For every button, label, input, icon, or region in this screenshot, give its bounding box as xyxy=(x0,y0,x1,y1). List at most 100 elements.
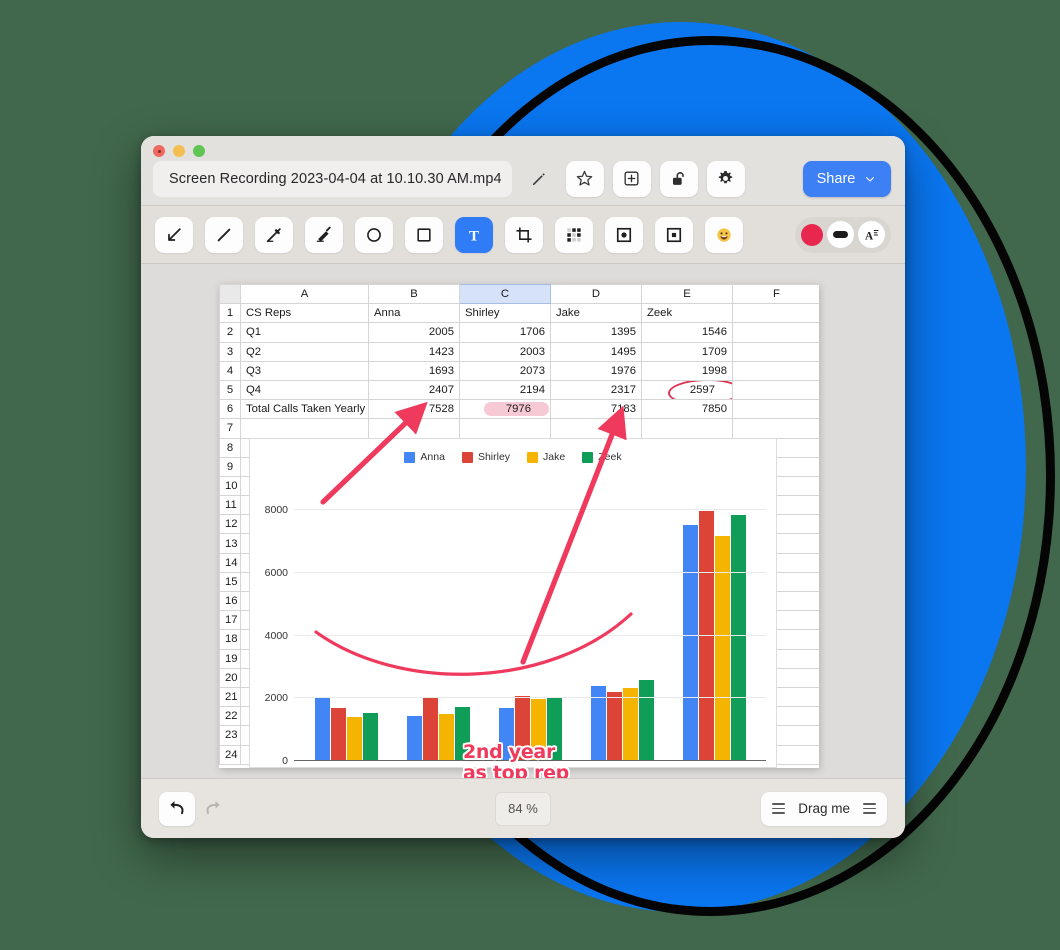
filename-field[interactable]: Screen Recording 2023-04-04 at 10.10.30 … xyxy=(153,160,512,197)
cell-C5[interactable]: 2194 xyxy=(459,379,551,401)
cell-B2[interactable]: 2005 xyxy=(368,322,460,343)
cell-D4[interactable]: 1976 xyxy=(550,360,642,381)
bar-anna-q1[interactable] xyxy=(314,698,330,761)
cell-A7[interactable] xyxy=(240,418,369,439)
bar-jake-total-calls-taken-yearly[interactable] xyxy=(714,535,730,761)
row-header-8[interactable]: 8 xyxy=(219,437,241,458)
cell-D6[interactable]: 7183 xyxy=(550,399,642,420)
tool-pixelate[interactable] xyxy=(555,216,593,253)
bar-zeek-total-calls-taken-yearly[interactable] xyxy=(730,515,746,761)
row-header-20[interactable]: 20 xyxy=(219,667,241,688)
cell-D1[interactable]: Jake xyxy=(550,303,642,324)
cell-B4[interactable]: 1693 xyxy=(368,360,460,381)
row-header-23[interactable]: 23 xyxy=(219,725,241,746)
cell-B5[interactable]: 2407 xyxy=(368,379,460,401)
cell-F7[interactable] xyxy=(732,418,819,439)
share-button[interactable]: Share xyxy=(803,160,891,197)
bar-jake-q4[interactable] xyxy=(622,688,638,761)
undo-button[interactable] xyxy=(159,791,195,826)
row-header-19[interactable]: 19 xyxy=(219,648,241,669)
bar-shirley-q4[interactable] xyxy=(606,692,622,761)
row-header-5[interactable]: 5 xyxy=(219,379,241,401)
row-header-21[interactable]: 21 xyxy=(219,686,241,708)
cell-C7[interactable] xyxy=(459,418,551,439)
column-header-d[interactable]: D xyxy=(550,284,642,305)
minimize-button[interactable] xyxy=(173,145,185,157)
table-row[interactable]: 5 Q4 2407 2194 2317 2597 xyxy=(219,379,819,401)
cell-C6[interactable]: 7976 xyxy=(459,399,551,420)
thickness-button[interactable] xyxy=(827,221,854,248)
cell-B1[interactable]: Anna xyxy=(368,303,460,324)
tool-emoji[interactable] xyxy=(705,216,743,253)
cell-F3[interactable] xyxy=(732,341,819,362)
bar-anna-total-calls-taken-yearly[interactable] xyxy=(682,525,698,761)
zoom-level-indicator[interactable]: 84 % xyxy=(495,791,551,826)
font-style-button[interactable]: A xyxy=(858,221,885,248)
tool-text[interactable]: T xyxy=(455,216,493,253)
row-header-16[interactable]: 16 xyxy=(219,590,241,612)
bar-zeek-q4[interactable] xyxy=(638,679,654,761)
lock-button[interactable] xyxy=(659,160,698,197)
column-header-f[interactable]: F xyxy=(732,284,819,305)
cell-F4[interactable] xyxy=(732,360,819,381)
column-header-e[interactable]: E xyxy=(641,284,733,305)
row-header-18[interactable]: 18 xyxy=(219,629,241,650)
bar-anna-q2[interactable] xyxy=(406,716,422,761)
redo-button[interactable] xyxy=(195,792,231,826)
column-header-b[interactable]: B xyxy=(368,284,460,305)
cell-E5[interactable]: 2597 xyxy=(641,379,733,401)
zoom-button[interactable] xyxy=(193,145,205,157)
editor-canvas[interactable]: A B C D E F 1 CS Reps Anna Shirley Jake Zeek 2 Q1 2005… xyxy=(141,264,905,778)
cell-E7[interactable] xyxy=(641,418,733,439)
favorite-button[interactable] xyxy=(565,160,604,197)
tool-inset[interactable] xyxy=(655,216,693,253)
drag-handle[interactable]: Drag me xyxy=(761,791,887,826)
cell-A6[interactable]: Total Calls Taken Yearly xyxy=(240,399,369,420)
cell-D7[interactable] xyxy=(550,418,642,439)
cell-F5[interactable] xyxy=(732,379,819,401)
cell-E3[interactable]: 1709 xyxy=(641,341,733,362)
tool-rectangle[interactable] xyxy=(405,216,443,253)
settings-button[interactable] xyxy=(706,160,745,197)
row-header-6[interactable]: 6 xyxy=(219,399,241,420)
cell-C1[interactable]: Shirley xyxy=(459,303,551,324)
color-swatch-button[interactable] xyxy=(801,223,823,246)
table-row[interactable]: 7 xyxy=(219,418,819,439)
row-header-12[interactable]: 12 xyxy=(219,514,241,535)
cell-D5[interactable]: 2317 xyxy=(550,379,642,401)
cell-F2[interactable] xyxy=(732,322,819,343)
close-button[interactable] xyxy=(153,145,165,157)
table-row[interactable]: 2 Q1 2005 1706 1395 1546 xyxy=(219,322,819,343)
table-row[interactable]: 1 CS Reps Anna Shirley Jake Zeek xyxy=(219,303,819,324)
tool-crop[interactable] xyxy=(505,216,543,253)
row-header-24[interactable]: 24 xyxy=(219,744,241,765)
cell-F1[interactable] xyxy=(732,303,819,324)
table-row[interactable]: 6 Total Calls Taken Yearly 7528 7976 7183 785… xyxy=(219,399,819,420)
cell-C2[interactable]: 1706 xyxy=(459,322,551,343)
column-header-c[interactable]: C xyxy=(459,284,551,305)
bar-shirley-q1[interactable] xyxy=(330,707,346,761)
row-header-2[interactable]: 2 xyxy=(219,322,241,343)
rename-pencil-button[interactable] xyxy=(521,161,557,197)
add-button[interactable] xyxy=(612,160,651,197)
row-header-9[interactable]: 9 xyxy=(219,456,241,477)
cell-E4[interactable]: 1998 xyxy=(641,360,733,381)
cell-A4[interactable]: Q3 xyxy=(240,360,369,381)
annotation-top-rep[interactable]: 2nd year as top rep xyxy=(463,742,569,778)
cell-A1[interactable]: CS Reps xyxy=(240,303,369,324)
tool-ellipse[interactable] xyxy=(355,216,393,253)
row-header-13[interactable]: 13 xyxy=(219,533,241,554)
row-header-10[interactable]: 10 xyxy=(219,475,241,497)
cell-E2[interactable]: 1546 xyxy=(641,322,733,343)
bar-jake-q1[interactable] xyxy=(346,717,362,761)
cell-A3[interactable]: Q2 xyxy=(240,341,369,362)
cell-A5[interactable]: Q4 xyxy=(240,379,369,401)
row-header-3[interactable]: 3 xyxy=(219,341,241,362)
bar-shirley-total-calls-taken-yearly[interactable] xyxy=(698,511,714,761)
cell-E1[interactable]: Zeek xyxy=(641,303,733,324)
cell-E6[interactable]: 7850 xyxy=(641,399,733,420)
cell-B3[interactable]: 1423 xyxy=(368,341,460,362)
tool-spotlight[interactable] xyxy=(605,216,643,253)
tool-arrow[interactable] xyxy=(155,216,193,253)
cell-C3[interactable]: 2003 xyxy=(459,341,551,362)
